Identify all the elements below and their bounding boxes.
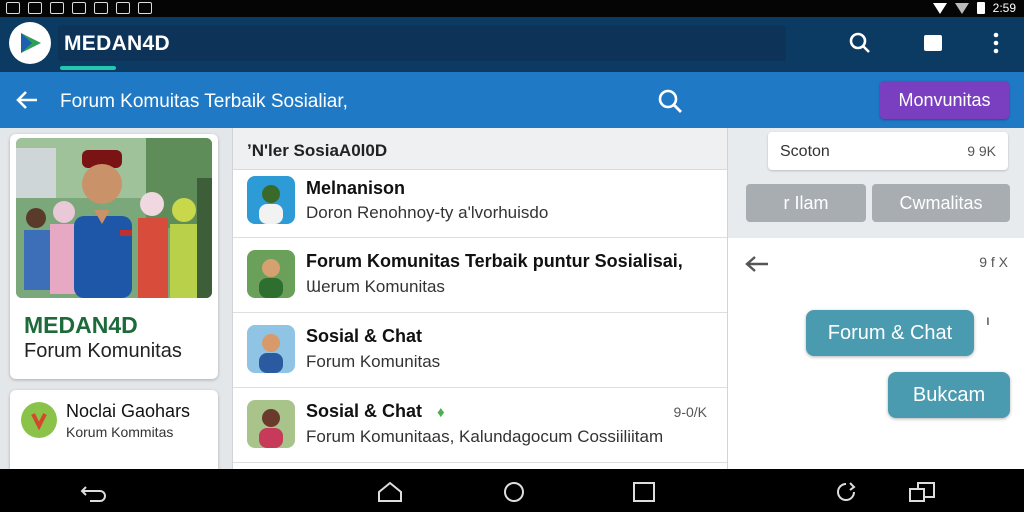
list-header-text: ʼN'ler SosiaA0l0D — [247, 141, 388, 160]
search-field[interactable]: Scoton 9 9K — [768, 132, 1008, 170]
forum-title: Forum Komuitas Terbaik Sosialiar, — [60, 91, 348, 112]
tab-indicator — [60, 66, 116, 70]
search-icon[interactable] — [848, 31, 872, 55]
back-icon[interactable] — [80, 481, 108, 503]
avatar — [247, 400, 295, 448]
app-title: MEDAN4D — [64, 32, 170, 55]
avatar — [247, 176, 295, 224]
list-item-subtitle: Forum Komunitaas, Kalundagocum Cossiilii… — [306, 427, 664, 446]
wifi-icon — [932, 2, 947, 14]
list-item-subtitle: Doron Renohnoy-ty a'lvorhuisdo — [306, 203, 549, 222]
left-panel: MEDAN4D Forum Komunitas Noclai Gaohars K… — [0, 128, 232, 469]
list-item[interactable]: Sosial & Chat Forum Komunitas — [233, 313, 727, 388]
home-icon[interactable] — [376, 481, 404, 503]
chat-panel: 9 f X Forum & Chat ı Bukcam — [728, 238, 1024, 469]
search-icon[interactable] — [656, 87, 684, 115]
conversation-list: ʼN'ler SosiaA0l0D Melnanison Doron Renoh… — [232, 128, 728, 469]
community-mini-card[interactable]: Noclai Gaohars Korum Kommitas — [10, 390, 218, 469]
chat-bubble[interactable]: Forum & Chat — [806, 310, 974, 356]
tabs-icon[interactable] — [921, 31, 945, 55]
more-options-icon[interactable] — [984, 31, 1008, 55]
list-item-title: Melnanison — [306, 178, 406, 198]
emoji-icon: ♦ — [437, 404, 445, 421]
mini-card-subtitle: Korum Kommitas — [66, 424, 174, 440]
right-panel: Scoton 9 9K r Ilam Cwmalitas 9 f X Forum… — [728, 128, 1024, 469]
avatar — [247, 325, 295, 373]
notification-icon — [94, 2, 108, 14]
search-field-meta: 9 9K — [967, 143, 996, 159]
list-header: ʼN'ler SosiaA0l0D — [233, 128, 727, 170]
list-item[interactable]: Melnanison Doron Renohnoy-ty a'lvorhuisd… — [233, 170, 727, 238]
notification-icon — [50, 2, 64, 14]
community-photo — [16, 138, 212, 298]
list-item-title: Sosial & Chat — [306, 326, 423, 346]
back-arrow-icon[interactable] — [744, 254, 770, 274]
screenshot-icon[interactable] — [908, 481, 936, 503]
search-field-text: Scoton — [780, 143, 830, 160]
forum-toolbar: Forum Komuitas Terbaik Sosialiar, Monvun… — [0, 72, 1024, 128]
chat-bubble[interactable]: Bukcam — [888, 372, 1010, 418]
system-nav-bar — [0, 469, 1024, 512]
app-bar: MEDAN4D — [0, 17, 1024, 72]
recent-apps-icon[interactable] — [630, 481, 658, 503]
community-icon — [21, 402, 57, 438]
list-item-meta: 9-0/K — [673, 404, 707, 420]
battery-icon — [976, 2, 985, 14]
status-bar: 2:59 — [0, 0, 1024, 17]
notification-icon — [116, 2, 130, 14]
avatar — [247, 250, 295, 298]
list-item-title: Forum Komunitas Terbaik puntur Sosialisa… — [306, 251, 683, 271]
filter-chip[interactable]: r Ilam — [746, 184, 866, 222]
back-arrow-icon[interactable] — [14, 88, 40, 112]
notification-icon — [6, 2, 20, 14]
notification-icons — [6, 2, 152, 14]
list-item[interactable]: Sosial & Chat ♦ 9-0/K Forum Komunitaas, … — [233, 388, 727, 463]
notification-icon — [28, 2, 42, 14]
list-item-subtitle: Forum Komunitas — [306, 352, 441, 371]
main-content: MEDAN4D Forum Komunitas Noclai Gaohars K… — [0, 128, 1024, 469]
mini-card-title: Noclai Gaohars — [66, 401, 191, 421]
app-logo-icon[interactable] — [9, 22, 51, 64]
notification-icon — [138, 2, 152, 14]
brand-subtitle: Forum Komunitas — [24, 340, 182, 362]
circle-home-icon[interactable] — [500, 481, 528, 503]
signal-icon — [954, 2, 969, 14]
rotate-icon[interactable] — [832, 481, 860, 503]
profile-card[interactable]: MEDAN4D Forum Komunitas — [10, 134, 218, 379]
list-item[interactable]: Forum Komunitas Terbaik puntur Sosialisa… — [233, 238, 727, 313]
list-item-title: Sosial & Chat — [306, 401, 423, 421]
komunitas-button[interactable]: Monvunitas — [880, 81, 1009, 119]
chat-meta: 9 f X — [979, 254, 1008, 270]
filter-chip[interactable]: Cwmalitas — [872, 184, 1010, 222]
list-item-subtitle: Ɯerum Komunitas — [306, 277, 445, 296]
status-time: 2:59 — [992, 1, 1016, 15]
brand-name: MEDAN4D — [24, 312, 138, 338]
notification-icon — [72, 2, 86, 14]
chat-marker: ı — [986, 312, 990, 328]
